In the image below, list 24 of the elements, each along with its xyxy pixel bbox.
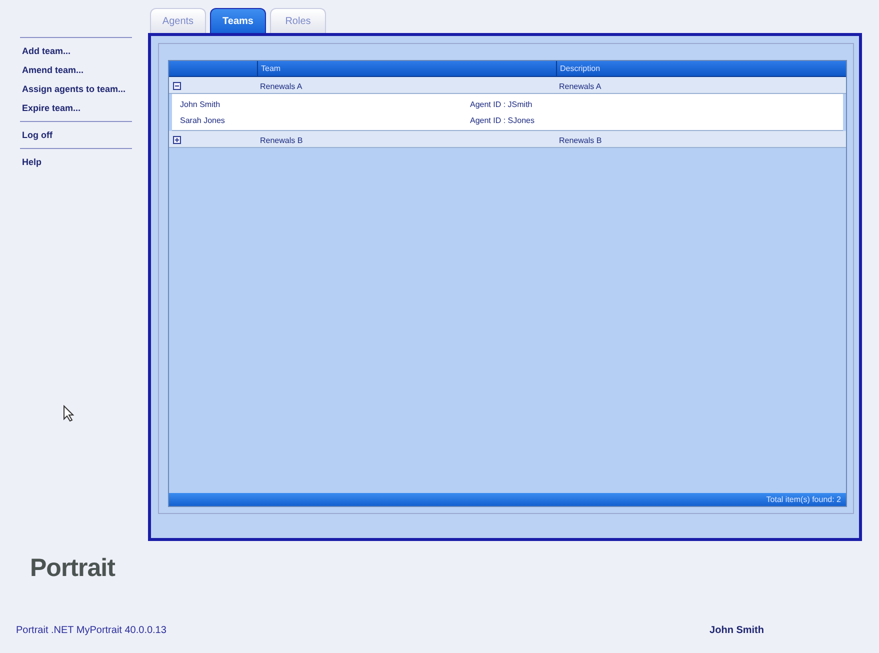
tab[interactable]: Teams (210, 8, 266, 33)
column-header[interactable]: Team (257, 61, 556, 76)
item-count: Total item(s) found: 2 (766, 495, 841, 504)
agent-id: Agent ID : JSmith (469, 100, 534, 108)
column-header[interactable]: Description (556, 61, 846, 76)
agent-id: Agent ID : SJones (469, 116, 536, 124)
table-cell-text: Renewals A (259, 82, 304, 90)
sidebar-link[interactable]: Amend team... (20, 61, 86, 80)
collapse-icon[interactable] (173, 82, 181, 90)
cursor-icon (63, 405, 74, 422)
table-cell-text: Renewals A (558, 82, 602, 90)
agent-name: John Smith (179, 100, 222, 108)
sidebar-link[interactable]: Log off (20, 126, 54, 145)
sidebar-link[interactable]: Add team... (20, 42, 73, 61)
agent-name: Sarah Jones (179, 116, 226, 124)
table-cell-text: Renewals B (558, 136, 603, 144)
expand-icon[interactable] (173, 136, 181, 144)
table-cell-text: Renewals B (259, 136, 304, 144)
sidebar-link[interactable]: Expire team... (20, 99, 83, 118)
sidebar-link[interactable]: Help (20, 153, 44, 172)
sidebar-link[interactable]: Assign agents to team... (20, 80, 128, 99)
version-text: Portrait .NET MyPortrait 40.0.0.13 (16, 624, 166, 636)
user-name: John Smith (710, 624, 764, 636)
logo: Portrait (30, 554, 116, 583)
